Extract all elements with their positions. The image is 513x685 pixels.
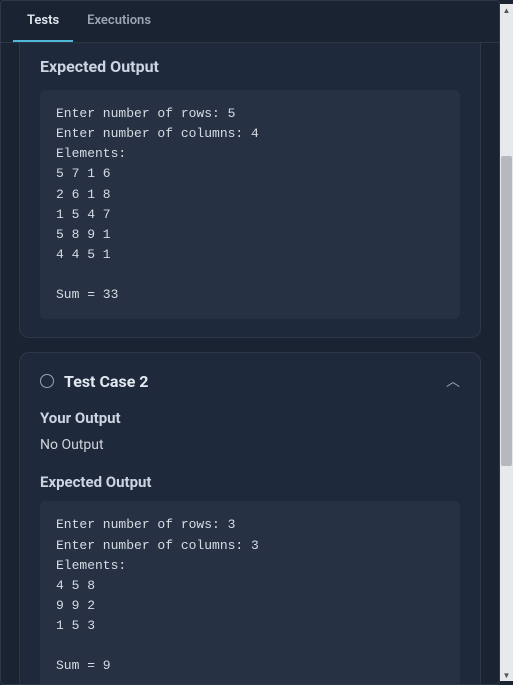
test-case-2-header[interactable]: Test Case 2 ︿	[40, 371, 460, 391]
test-case-title: Test Case 2	[64, 372, 446, 391]
tab-tests[interactable]: Tests	[13, 1, 73, 42]
expected-output-block: Enter number of rows: 5 Enter number of …	[40, 90, 460, 319]
expected-output-block-2: Enter number of rows: 3 Enter number of …	[40, 501, 460, 684]
tab-bar: Tests Executions	[1, 1, 499, 43]
status-pending-icon	[40, 374, 54, 388]
your-output-value: No Output	[40, 437, 460, 453]
vertical-scrollbar[interactable]: ▲ ▼	[500, 4, 513, 681]
test-results-panel: Tests Executions Expected Output Enter n…	[0, 0, 500, 685]
test-case-2-card: Test Case 2 ︿ Your Output No Output Expe…	[19, 352, 481, 684]
scroll-down-arrow-icon[interactable]: ▼	[500, 669, 513, 681]
scroll-track[interactable]	[500, 16, 513, 669]
expected-output-label-2: Expected Output	[40, 473, 460, 491]
test-case-1-card: Expected Output Enter number of rows: 5 …	[19, 43, 481, 338]
content-area: Expected Output Enter number of rows: 5 …	[1, 43, 499, 684]
scroll-up-arrow-icon[interactable]: ▲	[500, 4, 513, 16]
scroll-thumb[interactable]	[501, 156, 512, 466]
chevron-up-icon: ︿	[446, 371, 460, 391]
expected-output-label: Expected Output	[40, 57, 460, 76]
tab-executions[interactable]: Executions	[73, 1, 165, 42]
your-output-label: Your Output	[40, 409, 460, 427]
